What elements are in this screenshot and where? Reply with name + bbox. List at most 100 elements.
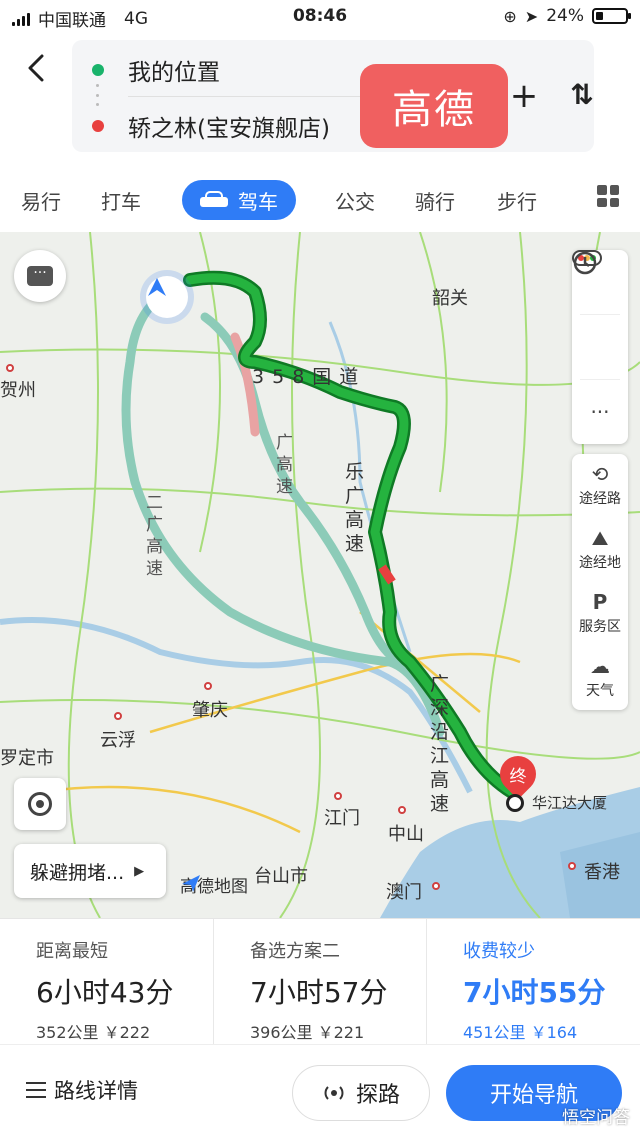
battery-fill — [596, 12, 603, 20]
tab-drive-label: 驾车 — [238, 189, 278, 214]
gaode-watermark: 高德 — [360, 64, 508, 148]
message-button[interactable]: ··· — [14, 250, 66, 302]
bottom-bar: 路线详情 探路 开始导航 悟空问答 — [0, 1044, 640, 1138]
play-triangle-icon: ▶ — [134, 863, 145, 879]
route-label-leguang: 乐广高速 — [345, 461, 365, 555]
more-button[interactable]: ··· — [572, 380, 628, 444]
location-services-icon: ➤ — [524, 6, 539, 26]
place-macau: 澳门 — [386, 882, 422, 903]
plan-duration: 7小时57分 — [250, 976, 388, 1009]
back-button[interactable] — [18, 50, 54, 86]
city-dot-hongkong — [568, 862, 576, 870]
plan-meta: 396公里 ￥221 — [250, 1023, 365, 1042]
swap-route-button[interactable]: ⇅ — [564, 78, 600, 111]
explore-label: 探路 — [355, 1083, 400, 1108]
city-dot-macau — [432, 882, 440, 890]
place-zhaoqing: 肇庆 — [192, 700, 228, 721]
locate-icon — [28, 792, 52, 816]
add-waypoint-button[interactable]: + — [506, 76, 542, 116]
city-dot-zhaoqing — [204, 682, 212, 690]
route-detail-button[interactable]: 路线详情 — [26, 1075, 138, 1105]
weather-button[interactable]: ☁ 天气 — [572, 646, 628, 710]
route-label-guanggao: 广高速 — [276, 433, 293, 497]
current-location-marker — [146, 276, 188, 318]
map-brand: 高德地图 — [180, 872, 248, 897]
place-yunfu: 云浮 — [100, 730, 136, 751]
rotation-lock-icon: ⊕ — [503, 6, 517, 26]
place-hongkong: 香港 — [584, 862, 620, 883]
more-dots-icon: ··· — [590, 400, 610, 424]
place-shaoguan: 韶关 — [432, 288, 468, 309]
origin-dot-icon — [92, 64, 104, 76]
radar-icon — [324, 1086, 344, 1100]
battery-icon — [592, 8, 631, 24]
history-icon — [573, 251, 597, 275]
service-area-button[interactable]: P 服务区 — [572, 582, 628, 646]
car-icon — [200, 191, 228, 209]
place-taishan: 台山市 — [254, 866, 308, 887]
service-area-label: 服务区 — [579, 619, 621, 635]
gaode-logo-icon — [182, 875, 200, 892]
waypoint-road-label: 途经路 — [579, 491, 621, 507]
chevron-left-icon — [28, 54, 44, 82]
place-destination: 华江达大厦 — [532, 794, 608, 812]
place-jiangmen: 江门 — [324, 808, 360, 829]
waypoint-area-label: 途经地 — [579, 555, 621, 571]
map-tools-top: ··· — [572, 250, 628, 444]
tab-taxi[interactable]: 打车 — [94, 180, 148, 220]
status-bar: 中国联通 4G 08:46 ⊕ ➤ 24% — [0, 0, 640, 34]
map-tools-bottom: ⟲ 途经路 ⛰ 途经地 P 服务区 ☁ 天气 — [572, 454, 628, 710]
plan-duration: 7小时55分 — [463, 976, 606, 1009]
route-detail-label: 路线详情 — [54, 1079, 138, 1103]
route-label-guangshen: 广深沿江高速 — [430, 673, 450, 815]
avoid-congestion-label: 躲避拥堵... — [30, 861, 125, 884]
plan-low-toll[interactable]: 收费较少 7小时55分 451公里 ￥164 — [426, 919, 640, 1045]
tab-drive[interactable]: 驾车 — [182, 180, 296, 220]
plan-meta: 451公里 ￥164 — [463, 1023, 578, 1042]
destination-pin: 终 — [492, 748, 544, 800]
place-hezhou: 贺州 — [0, 380, 36, 401]
wukong-watermark: 悟空问答 — [562, 1108, 630, 1128]
map-canvas — [0, 232, 640, 918]
waypoint-area-button[interactable]: ⛰ 途经地 — [572, 518, 628, 582]
route-point-icon: ⟲ — [591, 462, 609, 486]
cloud-icon: ☁ — [590, 654, 610, 678]
place-luoding: 罗定市 — [0, 748, 54, 769]
tab-ride[interactable]: 骑行 — [408, 180, 462, 220]
plan-name: 备选方案二 — [250, 941, 340, 962]
destination-field[interactable]: 轿之林(宝安旗舰店) — [128, 109, 330, 143]
avoid-congestion-button[interactable]: 躲避拥堵... ▶ — [14, 844, 166, 898]
city-dot-hezhou — [6, 364, 14, 372]
route-label-358: 358国道 — [252, 366, 367, 388]
plan-alternative[interactable]: 备选方案二 7小时57分 396公里 ￥221 — [213, 919, 426, 1045]
history-button[interactable] — [572, 251, 628, 379]
plan-meta: 352公里 ￥222 — [36, 1023, 151, 1042]
route-header: 我的位置 轿之林(宝安旗舰店) + ⇅ 高德 — [0, 34, 640, 160]
more-modes-grid-icon[interactable] — [597, 185, 619, 207]
tab-walk[interactable]: 步行 — [490, 180, 544, 220]
map-view[interactable]: 358国道 乐广高速 广深沿江高速 二广高速 广高速 韶关 贺州 肇庆 云浮 罗… — [0, 232, 640, 918]
plan-shortest[interactable]: 距离最短 6小时43分 352公里 ￥222 — [0, 919, 213, 1045]
route-plans: 距离最短 6小时43分 352公里 ￥222 备选方案二 7小时57分 396公… — [0, 918, 640, 1045]
place-zhongshan: 中山 — [388, 824, 424, 845]
battery-percent: 24% — [546, 6, 584, 26]
plan-name: 收费较少 — [463, 941, 535, 962]
explore-button[interactable]: 探路 — [292, 1065, 430, 1121]
destination-point-icon — [506, 794, 524, 812]
origin-field[interactable]: 我的位置 — [128, 53, 220, 87]
travel-mode-tabs: 易行 打车 驾车 公交 骑行 步行 — [0, 170, 640, 226]
list-icon — [26, 1082, 46, 1098]
plan-name: 距离最短 — [36, 941, 108, 962]
parking-icon: P — [592, 590, 608, 614]
tab-easy[interactable]: 易行 — [14, 180, 68, 220]
status-right: ⊕ ➤ 24% — [503, 6, 631, 26]
locate-button[interactable] — [14, 778, 66, 830]
waypoint-road-button[interactable]: ⟲ 途经路 — [572, 454, 628, 518]
plan-duration: 6小时43分 — [36, 976, 174, 1009]
city-dot-jiangmen — [334, 792, 342, 800]
chat-bubble-icon: ··· — [27, 266, 53, 286]
route-label-erguang: 二广高速 — [146, 493, 163, 579]
tab-bus[interactable]: 公交 — [328, 180, 382, 220]
navigation-arrow-icon — [148, 278, 166, 296]
weather-label: 天气 — [586, 683, 614, 699]
